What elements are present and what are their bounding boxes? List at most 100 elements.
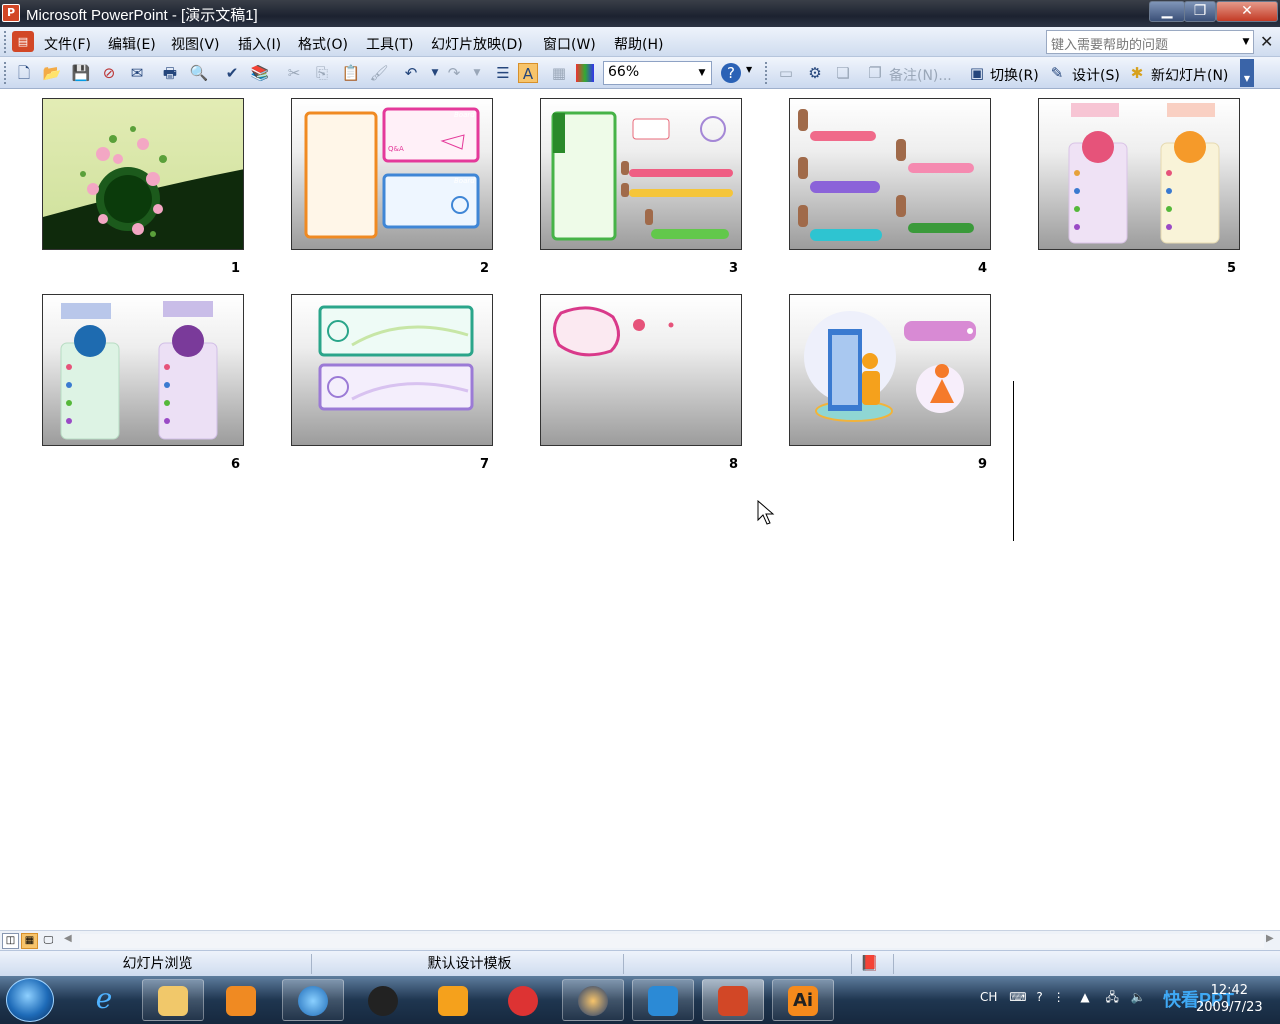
ie-icon[interactable]: ℯ — [84, 982, 124, 1018]
slide-thumbnail-7[interactable] — [291, 294, 493, 446]
scroll-right-icon[interactable]: ▶ — [1266, 933, 1274, 944]
menu-slideshow[interactable]: 幻灯片放映(D) — [431, 34, 523, 54]
help-search-input[interactable]: 键入需要帮助的问题 — [1046, 30, 1254, 54]
slideshow-view-icon[interactable]: 🖵 — [40, 933, 57, 949]
notes-button[interactable]: 备注(N)... — [889, 65, 952, 85]
window-title: Microsoft PowerPoint - [演示文稿1] — [26, 7, 258, 24]
new-slide-icon[interactable]: ✱ — [1127, 63, 1147, 83]
design-button[interactable]: 设计(S) — [1072, 65, 1120, 85]
spelling-icon[interactable]: ✔ — [222, 63, 242, 83]
redo-icon[interactable]: ↷ — [444, 63, 464, 83]
taskbar-app-bird[interactable] — [632, 979, 694, 1021]
new-slide-button[interactable]: 新幻灯片(N) — [1151, 65, 1228, 85]
rehearse-icon[interactable]: ⚙ — [805, 63, 825, 83]
print-icon[interactable]: 🖶 — [160, 63, 180, 83]
color-grayscale-icon[interactable] — [576, 64, 594, 82]
menu-file[interactable]: 文件(F) — [44, 34, 91, 54]
email-icon[interactable]: ✉ — [127, 63, 147, 83]
menu-window[interactable]: 窗口(W) — [543, 34, 596, 54]
format-painter-icon[interactable]: 🖌 — [369, 63, 389, 83]
network-icon[interactable]: 🖧 — [1105, 990, 1118, 1004]
scroll-left-icon[interactable]: ◀ — [64, 933, 72, 944]
insertion-caret — [1013, 381, 1014, 541]
taskbar-app-eye[interactable] — [562, 979, 624, 1021]
undo-dropdown-icon[interactable]: ▼ — [425, 63, 445, 83]
options-tray-icon[interactable]: ⋮ — [1053, 990, 1065, 1004]
taskbar-illustrator[interactable]: Ai — [772, 979, 834, 1021]
powerpoint-task-icon — [718, 986, 748, 1016]
slide-thumbnail-2[interactable]: Board Board Q&A — [291, 98, 493, 250]
minimize-button[interactable]: ▁ — [1149, 1, 1185, 22]
show-hidden-icons-icon[interactable]: ▲ — [1080, 990, 1089, 1004]
new-icon[interactable]: 🗋 — [14, 63, 34, 83]
powerpoint-icon[interactable]: P — [2, 4, 20, 22]
slide-thumbnail-3[interactable] — [540, 98, 742, 250]
slide-6-artwork — [60, 301, 218, 440]
taskbar-powerpoint[interactable] — [702, 979, 764, 1021]
menu-format[interactable]: 格式(O) — [298, 34, 348, 54]
open-icon[interactable]: 📂 — [42, 63, 62, 83]
taskbar-media[interactable] — [210, 979, 272, 1021]
slide-thumbnail-8[interactable] — [540, 294, 742, 446]
taskbar-qq[interactable] — [352, 979, 414, 1021]
normal-view-icon[interactable]: ◫ — [2, 933, 19, 949]
design-icon[interactable]: ✎ — [1047, 63, 1067, 83]
toolbar-options-icon[interactable]: ▼ — [746, 65, 760, 85]
toolbar-options-icon-2[interactable]: ▼ — [1240, 59, 1254, 87]
start-button[interactable] — [6, 978, 54, 1022]
taskbar-app-red[interactable] — [492, 979, 554, 1021]
hide-slide-icon[interactable]: ▭ — [776, 63, 796, 83]
expand-all-icon[interactable]: ☰ — [493, 63, 513, 83]
maximize-button[interactable]: ❐ — [1184, 1, 1216, 22]
taskbar-globe[interactable] — [282, 979, 344, 1021]
show-formatting-icon[interactable]: A — [518, 63, 538, 83]
transition-button[interactable]: 切换(R) — [990, 65, 1039, 85]
menu-insert[interactable]: 插入(I) — [238, 34, 281, 54]
toolbar-grip[interactable] — [4, 62, 8, 84]
transition-icon[interactable]: ▣ — [967, 63, 987, 83]
menu-help[interactable]: 帮助(H) — [614, 34, 663, 54]
help-tray-icon[interactable]: ? — [1036, 990, 1042, 1004]
mouse-cursor-icon — [757, 500, 775, 525]
input-language[interactable]: CH — [980, 990, 997, 1004]
help-icon[interactable]: ? — [721, 63, 741, 83]
document-icon[interactable]: ▤ — [12, 31, 34, 52]
slide-thumbnail-9[interactable] — [789, 294, 991, 446]
redo-dropdown-icon[interactable]: ▼ — [467, 63, 487, 83]
taskbar-explorer[interactable] — [142, 979, 204, 1021]
copy-icon[interactable]: ⎘ — [312, 63, 332, 83]
paste-icon[interactable]: 📋 — [341, 63, 361, 83]
summary-slide-icon[interactable]: ❏ — [833, 63, 853, 83]
slide-thumbnail-4[interactable] — [789, 98, 991, 250]
horizontal-scrollbar[interactable] — [80, 934, 1264, 948]
menu-view[interactable]: 视图(V) — [171, 34, 220, 54]
slide-thumbnail-6[interactable] — [42, 294, 244, 446]
close-button[interactable]: ✕ — [1216, 1, 1278, 22]
notes-icon[interactable]: ❐ — [865, 63, 885, 83]
print-preview-icon[interactable]: 🔍 — [189, 63, 209, 83]
cut-icon[interactable]: ✂ — [284, 63, 304, 83]
taskbar-app-k[interactable] — [422, 979, 484, 1021]
research-icon[interactable]: 📚 — [250, 63, 270, 83]
folder-icon — [158, 986, 188, 1016]
document-close-icon[interactable]: ✕ — [1260, 32, 1273, 51]
slide-5-artwork — [1068, 103, 1220, 244]
toolbar-grip-2[interactable] — [765, 62, 769, 84]
menu-edit[interactable]: 编辑(E) — [108, 34, 156, 54]
undo-icon[interactable]: ↶ — [401, 63, 421, 83]
save-icon[interactable]: 💾 — [71, 63, 91, 83]
slide-sorter-view-icon[interactable]: ▦ — [21, 933, 38, 949]
help-dropdown-icon[interactable]: ▼ — [1238, 30, 1254, 54]
clock[interactable]: 12:42 2009/7/23 — [1196, 982, 1263, 1016]
menu-grip[interactable] — [4, 31, 8, 53]
volume-icon[interactable]: 🔈 — [1131, 990, 1146, 1004]
slide-2-qa: Q&A — [388, 145, 404, 153]
permission-icon[interactable]: ⊘ — [99, 63, 119, 83]
menu-tools[interactable]: 工具(T) — [366, 34, 413, 54]
slide-1-artwork — [43, 126, 243, 249]
grid-icon[interactable]: ▦ — [549, 63, 569, 83]
slide-thumbnail-1[interactable] — [42, 98, 244, 250]
zoom-dropdown-icon[interactable]: ▼ — [694, 62, 710, 84]
slide-thumbnail-5[interactable] — [1038, 98, 1240, 250]
keyboard-icon[interactable]: ⌨ — [1009, 990, 1026, 1004]
